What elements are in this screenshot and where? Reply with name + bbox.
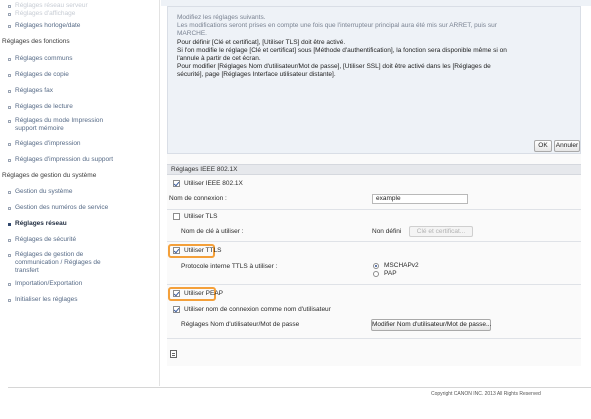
sidebar-item-service-numbers[interactable]: Gestion des numéros de service — [8, 204, 108, 212]
sidebar-item-security[interactable]: Réglages de sécurité — [8, 236, 76, 244]
page-icon[interactable] — [170, 350, 177, 358]
bullet-icon — [8, 191, 11, 194]
sidebar-item-common[interactable]: Réglages communs — [8, 55, 72, 63]
ttls-protocol-label: Protocole interne TTLS à utiliser : — [181, 263, 278, 270]
sidebar-item-scan[interactable]: Réglages de lecture — [8, 103, 73, 111]
sidebar-item-system-management[interactable]: Gestion du système — [8, 188, 72, 196]
footer-divider — [8, 387, 591, 388]
bullet-icon — [8, 90, 11, 93]
bullet-icon — [8, 25, 11, 28]
bullet-icon — [8, 239, 11, 242]
login-name-input[interactable]: example — [372, 194, 468, 204]
notice-line: Modifiez les réglages suivants. — [177, 14, 266, 21]
use-tls-checkbox[interactable] — [173, 213, 180, 220]
bullet-icon — [8, 299, 11, 302]
sidebar-item-communication-transfer[interactable]: Réglages de gestion de communication / R… — [8, 251, 101, 275]
sidebar-section-system: Réglages de gestion du système — [2, 172, 97, 179]
divider — [167, 241, 581, 242]
modify-user-password-button[interactable]: Modifier Nom d'utilisateur/Mot de passe.… — [371, 319, 491, 331]
notice-line: MARCHE. — [177, 30, 207, 37]
notice-line: Les modifications seront prises en compt… — [177, 22, 497, 29]
notice-line: Si l'on modifie le réglage [Clé et certi… — [177, 47, 507, 54]
use-ttls-label: Utiliser TTLS — [184, 247, 222, 254]
sidebar-item-clock[interactable]: Réglages horloge/date — [8, 22, 80, 30]
mschapv2-label: MSCHAPv2 — [384, 262, 419, 269]
sidebar-item-network-server[interactable]: Réglages réseau serveur — [8, 2, 88, 10]
key-certificate-button[interactable]: Clé et certificat... — [409, 226, 473, 237]
ok-button[interactable]: OK — [534, 140, 552, 152]
sidebar-item-media-print[interactable]: Réglages d'impression du support — [8, 156, 113, 164]
use-login-as-user-label: Utiliser nom de connexion comme nom d'ut… — [184, 306, 331, 313]
pap-radio[interactable] — [373, 271, 379, 277]
divider — [167, 209, 581, 210]
sidebar-item-import-export[interactable]: Importation/Exportation — [8, 280, 82, 288]
bullet-icon — [8, 58, 11, 61]
use-ieee-label: Utiliser IEEE 802.1X — [184, 180, 243, 187]
divider — [167, 284, 581, 285]
divider — [167, 338, 581, 339]
bullet-icon — [8, 13, 11, 16]
bullet-icon — [8, 120, 11, 123]
use-ieee-checkbox[interactable] — [173, 180, 180, 187]
sidebar: Réglages réseau serveur Réglages d'affic… — [0, 0, 160, 386]
section-header: Réglages IEEE 802.1X — [167, 164, 581, 175]
bullet-icon — [8, 223, 11, 226]
copyright: Copyright CANON INC. 2013 All Rights Res… — [431, 391, 541, 397]
notice-panel: Modifiez les réglages suivants. Les modi… — [167, 6, 581, 154]
ieee-settings-panel: Réglages IEEE 802.1X Utiliser IEEE 802.1… — [167, 154, 581, 366]
bullet-icon — [8, 74, 11, 77]
key-name-value: Non défini — [372, 228, 402, 235]
notice-line: sécurité], page [Réglages Interface util… — [177, 71, 336, 78]
bullet-icon — [8, 143, 11, 146]
key-name-label: Nom de clé à utiliser : — [181, 228, 244, 235]
use-peap-checkbox[interactable] — [173, 290, 180, 297]
bullet-icon — [8, 5, 11, 8]
mschapv2-radio[interactable] — [373, 263, 379, 269]
sidebar-item-network[interactable]: Réglages réseau — [8, 220, 67, 228]
sidebar-section-functions: Réglages des fonctions — [2, 38, 70, 45]
sidebar-item-copy[interactable]: Réglages de copie — [8, 71, 69, 79]
user-password-label: Réglages Nom d'utilisateur/Mot de passe — [181, 321, 300, 328]
use-login-as-user-checkbox[interactable] — [173, 306, 180, 313]
pap-label: PAP — [384, 270, 397, 277]
login-name-label: Nom de connexion : — [169, 195, 227, 202]
cancel-button[interactable]: Annuler — [554, 140, 580, 152]
sidebar-item-fax[interactable]: Réglages fax — [8, 87, 53, 95]
notice-line: Pour définir [Clé et certificat], [Utili… — [177, 39, 346, 46]
bullet-icon — [8, 283, 11, 286]
sidebar-item-display[interactable]: Réglages d'affichage — [8, 10, 75, 18]
sidebar-item-print[interactable]: Réglages d'impression — [8, 140, 81, 148]
bullet-icon — [8, 207, 11, 210]
bullet-icon — [8, 254, 11, 257]
notice-line: Pour modifier [Réglages Nom d'utilisateu… — [177, 63, 491, 70]
use-peap-label: Utiliser PEAP — [184, 290, 224, 297]
sidebar-item-memory-media[interactable]: Réglages du mode Impression support mémo… — [8, 117, 103, 133]
notice-line: l'annule à partir de cet écran. — [177, 55, 261, 62]
bullet-icon — [8, 159, 11, 162]
use-tls-label: Utiliser TLS — [184, 213, 218, 220]
bullet-icon — [8, 106, 11, 109]
use-ttls-checkbox[interactable] — [173, 247, 180, 254]
sidebar-item-initialize[interactable]: Initialiser les réglages — [8, 296, 78, 304]
